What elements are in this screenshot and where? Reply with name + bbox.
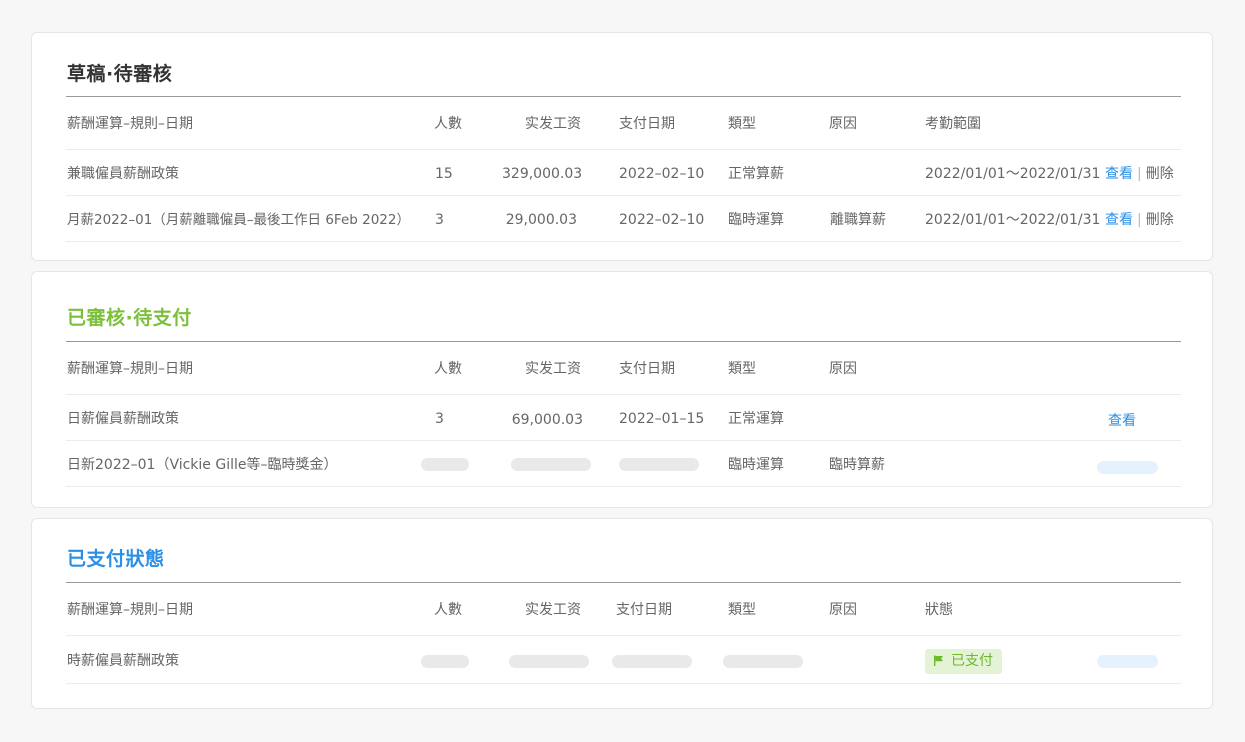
col-header-reason: 原因 — [829, 602, 857, 618]
loading-placeholder-action — [1097, 461, 1158, 474]
loading-placeholder-pay-date — [619, 458, 699, 471]
col-header-count: 人數 — [434, 602, 462, 618]
delete-link[interactable]: 刪除 — [1146, 166, 1174, 182]
row-amount: 69,000.03 — [511, 412, 583, 428]
col-header-name: 薪酬運算–規則–日期 — [67, 361, 193, 377]
row-type: 正常算薪 — [728, 166, 784, 182]
action-separator: | — [1137, 212, 1142, 228]
row-count: 3 — [435, 212, 444, 228]
row-divider — [66, 635, 1181, 636]
col-header-type: 類型 — [728, 116, 756, 132]
col-header-count: 人數 — [434, 361, 462, 377]
paid-section-title: 已支付狀態 — [67, 548, 165, 570]
row-type: 正常運算 — [728, 411, 784, 427]
col-header-name: 薪酬運算–規則–日期 — [67, 602, 193, 618]
col-header-type: 類型 — [728, 361, 756, 377]
draft-section-title: 草稿·待審核 — [67, 63, 173, 85]
draft-section: 草稿·待審核 薪酬運算–規則–日期 人數 实发工资 支付日期 類型 原因 考勤範… — [31, 32, 1213, 261]
loading-placeholder-count — [421, 458, 469, 471]
delete-link[interactable]: 刪除 — [1146, 212, 1174, 228]
title-divider — [66, 341, 1181, 342]
row-period: 2022/01/01～2022/01/31 — [925, 166, 1101, 182]
col-header-amount: 实发工资 — [525, 602, 581, 618]
action-separator: | — [1137, 166, 1142, 182]
title-divider — [66, 582, 1181, 583]
loading-placeholder-amount — [509, 655, 589, 668]
row-pay-date: 2022–02–10 — [619, 166, 705, 182]
col-header-name: 薪酬運算–規則–日期 — [67, 116, 193, 132]
row-count: 15 — [435, 166, 453, 182]
approved-section-title: 已審核·待支付 — [67, 307, 192, 329]
col-header-count: 人數 — [434, 116, 462, 132]
col-header-pay-date: 支付日期 — [616, 602, 672, 618]
title-divider — [66, 96, 1181, 97]
row-type: 臨時運算 — [728, 457, 784, 473]
row-type: 臨時運算 — [728, 212, 784, 228]
row-pay-date: 2022–01–15 — [619, 411, 705, 427]
col-header-type: 類型 — [728, 602, 756, 618]
row-divider — [66, 394, 1181, 395]
status-badge: 已支付 — [925, 649, 1002, 674]
col-header-status: 狀態 — [925, 602, 953, 618]
col-header-amount: 实发工资 — [525, 116, 581, 132]
row-period: 2022/01/01～2022/01/31 — [925, 212, 1101, 228]
row-amount: 329,000.03 — [502, 166, 583, 182]
row-name: 兼職僱員薪酬政策 — [67, 166, 179, 182]
status-badge-label: 已支付 — [951, 653, 993, 669]
row-divider — [66, 486, 1181, 487]
row-count: 3 — [435, 411, 444, 427]
loading-placeholder-type — [723, 655, 803, 668]
row-divider — [66, 683, 1181, 684]
approved-section: 已審核·待支付 薪酬運算–規則–日期 人數 实发工资 支付日期 類型 原因 日薪… — [31, 271, 1213, 508]
row-actions: 查看 | 刪除 — [1105, 211, 1174, 229]
row-name: 時薪僱員薪酬政策 — [67, 653, 179, 669]
col-header-amount: 实发工资 — [525, 361, 581, 377]
col-header-reason: 原因 — [829, 116, 857, 132]
row-actions: 查看 | 刪除 — [1105, 165, 1174, 183]
row-divider — [66, 149, 1181, 150]
row-divider — [66, 440, 1181, 441]
flag-icon — [934, 655, 943, 666]
row-name: 日薪僱員薪酬政策 — [67, 411, 179, 427]
loading-placeholder-amount — [511, 458, 591, 471]
col-header-pay-date: 支付日期 — [619, 361, 675, 377]
view-link[interactable]: 查看 — [1105, 166, 1133, 182]
col-header-period: 考勤範圍 — [925, 116, 981, 132]
row-reason: 臨時算薪 — [829, 457, 885, 473]
col-header-reason: 原因 — [829, 361, 857, 377]
view-link[interactable]: 查看 — [1105, 212, 1133, 228]
row-divider — [66, 195, 1181, 196]
view-link[interactable]: 查看 — [1108, 412, 1136, 430]
row-reason: 離職算薪 — [830, 212, 886, 228]
loading-placeholder-action — [1097, 655, 1158, 668]
loading-placeholder-count — [421, 655, 469, 668]
col-header-pay-date: 支付日期 — [619, 116, 675, 132]
row-pay-date: 2022–02–10 — [619, 212, 705, 228]
loading-placeholder-pay-date — [612, 655, 692, 668]
row-name: 日新2022–01（Vickie Gille等–臨時獎金） — [67, 457, 338, 473]
row-name: 月薪2022–01（月薪離職僱員–最後工作日 6Feb 2022） — [67, 212, 410, 228]
row-amount: 29,000.03 — [505, 212, 577, 228]
paid-section: 已支付狀態 薪酬運算–規則–日期 人數 实发工资 支付日期 類型 原因 狀態 時… — [31, 518, 1213, 709]
row-divider — [66, 241, 1181, 242]
